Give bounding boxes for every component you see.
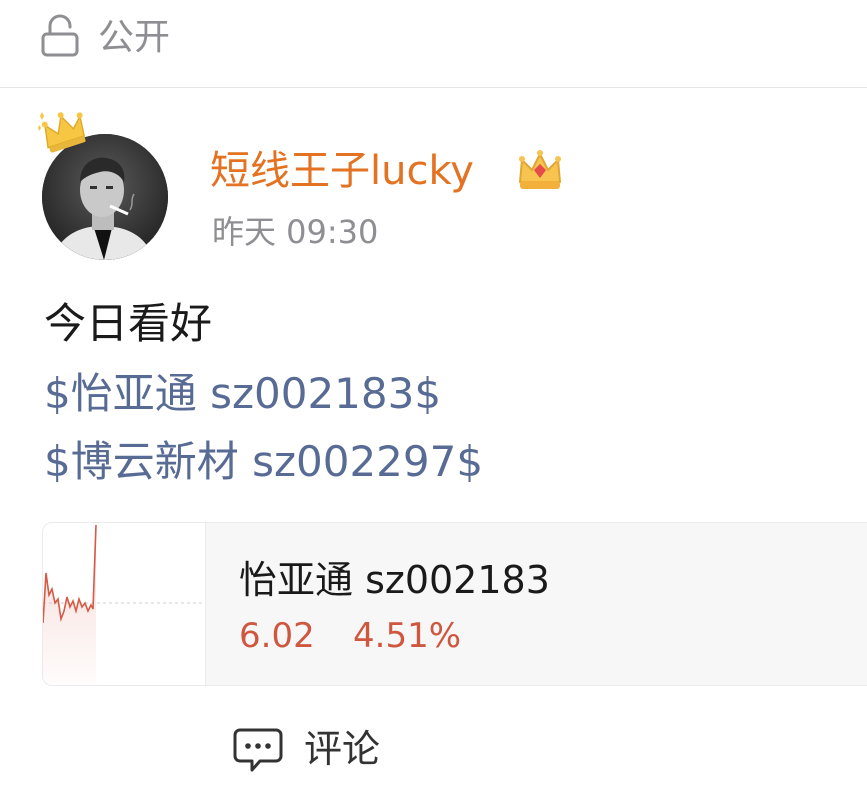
- stock-sparkline: [43, 523, 206, 685]
- visibility-bar[interactable]: 公开: [0, 0, 867, 88]
- card-stock-price: 6.02: [239, 616, 315, 656]
- comment-icon: [233, 728, 283, 772]
- card-stock-change: 4.51%: [353, 616, 462, 656]
- lock-open-icon: [41, 14, 79, 57]
- post-time: 昨天 09:30: [212, 213, 379, 251]
- post-text: 今日看好: [44, 299, 213, 348]
- comment-label: 评论: [304, 727, 381, 771]
- visibility-label: 公开: [98, 17, 171, 58]
- card-stock-name: 怡亚通 sz002183: [239, 558, 550, 602]
- stock-card[interactable]: 怡亚通 sz002183 6.02 4.51%: [42, 522, 867, 686]
- author-avatar-group[interactable]: [36, 104, 172, 264]
- comment-button[interactable]: 评论: [232, 720, 402, 780]
- stock-link[interactable]: $博云新材 sz002297$: [44, 434, 483, 490]
- stock-link[interactable]: $怡亚通 sz002183$: [44, 366, 441, 422]
- vip-crown-icon: [519, 150, 561, 189]
- crown-icon: [38, 112, 86, 153]
- author-name[interactable]: 短线王子lucky: [210, 146, 474, 196]
